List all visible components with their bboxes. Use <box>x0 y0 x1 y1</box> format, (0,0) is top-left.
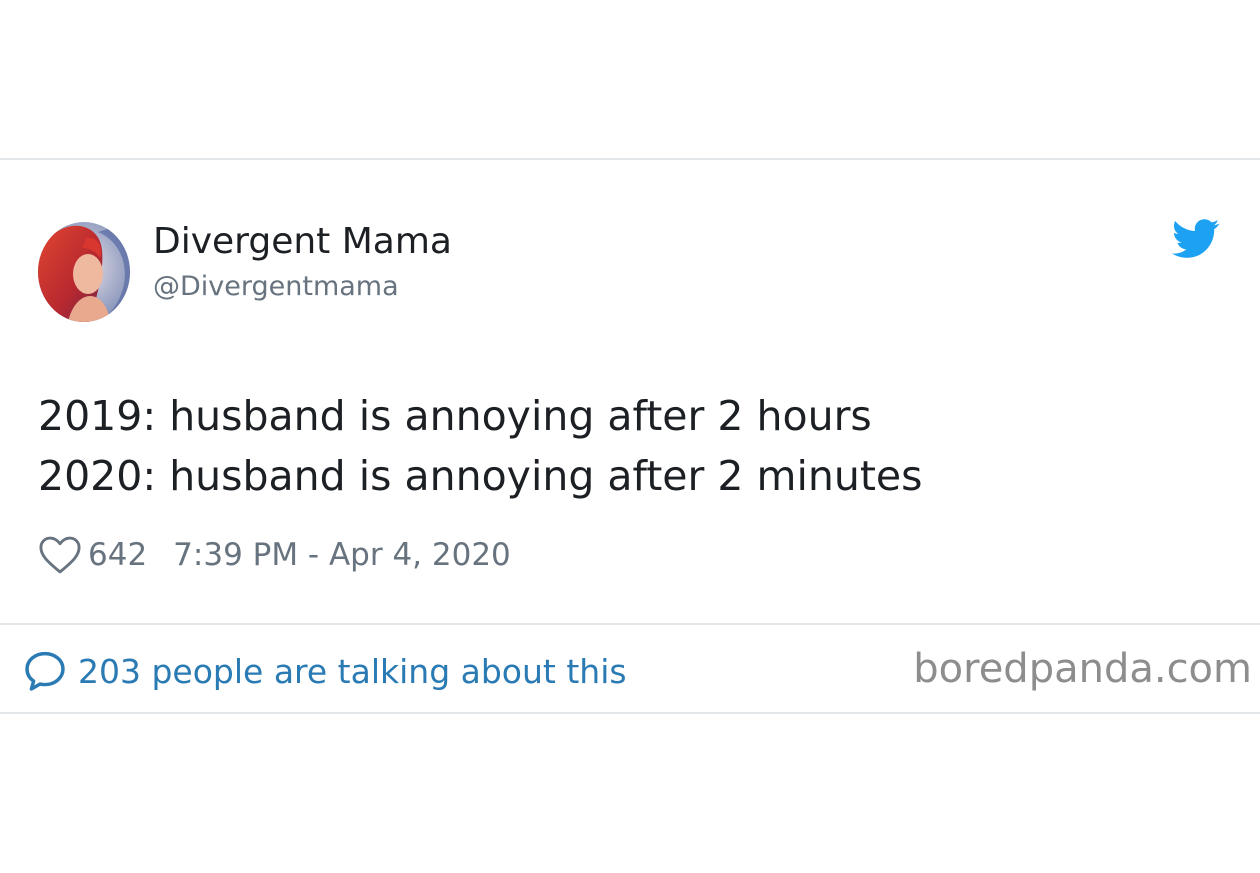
timestamp[interactable]: 7:39 PM - Apr 4, 2020 <box>173 537 511 573</box>
twitter-bird-icon[interactable] <box>1172 218 1220 260</box>
tweet-card: Divergent Mama @Divergentmama 2019: husb… <box>0 158 1260 714</box>
page: Divergent Mama @Divergentmama 2019: husb… <box>0 0 1260 873</box>
tweet-text: 2019: husband is annoying after 2 hours … <box>38 386 922 506</box>
divider <box>0 623 1260 625</box>
user-handle[interactable]: @Divergentmama <box>153 271 399 302</box>
like-count: 642 <box>88 537 148 573</box>
watermark: boredpanda.com <box>913 646 1252 692</box>
avatar[interactable] <box>38 222 130 322</box>
avatar-image <box>38 222 130 322</box>
speech-bubble-icon <box>25 651 65 691</box>
display-name[interactable]: Divergent Mama <box>153 221 452 262</box>
talking-text: 203 people are talking about this <box>78 651 627 691</box>
tweet-line: 2020: husband is annoying after 2 minute… <box>38 452 923 500</box>
tweet-meta: 642 7:39 PM - Apr 4, 2020 <box>38 533 511 577</box>
heart-icon[interactable] <box>38 535 82 575</box>
talking-link[interactable]: 203 people are talking about this <box>22 645 627 697</box>
tweet-line: 2019: husband is annoying after 2 hours <box>38 392 872 440</box>
